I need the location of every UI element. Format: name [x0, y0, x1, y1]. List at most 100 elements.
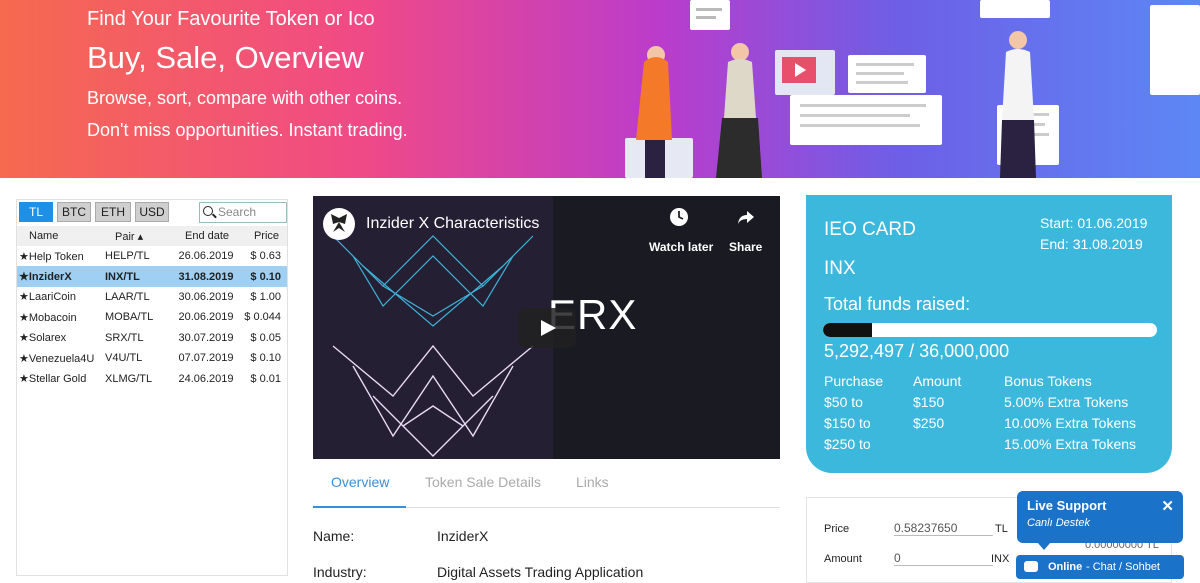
live-chat-bar[interactable]: Online - Chat / Sohbet: [1016, 555, 1184, 579]
hero-banner: Find Your Favourite Token or Ico Buy, Sa…: [0, 0, 1200, 178]
funds-raised-label: Total funds raised:: [824, 294, 971, 314]
banner-headline: Buy, Sale, Overview: [87, 40, 364, 75]
coin-pair-cell: LAAR/TL: [103, 287, 173, 307]
price-label: Price: [824, 523, 850, 535]
chat-bubble-icon: [1024, 561, 1038, 572]
close-icon[interactable]: ✕: [1161, 497, 1174, 515]
video-player[interactable]: Inzider X Characteristics Watch later Sh…: [313, 196, 780, 459]
filter-tab-btc[interactable]: BTC: [57, 202, 91, 222]
table-row[interactable]: ★Venezuela4U V4U/TL 07.07.2019 $ 0.10: [17, 348, 287, 368]
share-button[interactable]: Share: [729, 240, 762, 254]
filter-tab-usd[interactable]: USD: [135, 202, 169, 222]
tab-token-sale-details[interactable]: Token Sale Details: [425, 474, 541, 490]
watch-later-button[interactable]: Watch later: [649, 240, 713, 254]
coin-pair-cell: HELP/TL: [103, 246, 173, 266]
column-header-price[interactable]: Price: [237, 226, 287, 246]
table-row[interactable]: ★Mobacoin MOBA/TL 20.06.2019 $ 0.044: [17, 307, 287, 327]
chat-label: - Chat / Sohbet: [1086, 561, 1160, 573]
video-title[interactable]: Inzider X Characteristics: [366, 215, 539, 233]
ieo-end-date: End: 31.08.2019: [1040, 236, 1143, 252]
coin-end-date: 24.06.2019: [178, 372, 234, 385]
coin-price: $ 0.044: [244, 311, 281, 324]
table-row[interactable]: ★Stellar Gold XLMG/TL 24.06.2019 $ 0.01: [17, 368, 287, 388]
coin-name-cell: ★Stellar Gold: [17, 368, 103, 388]
coin-price: $ 0.10: [250, 352, 281, 365]
price-currency: TL: [995, 523, 1008, 535]
table-row[interactable]: ★LaariCoin LAAR/TL 30.06.2019 $ 1.00: [17, 287, 287, 307]
coin-price: $ 1.00: [250, 290, 281, 303]
clock-icon[interactable]: [669, 207, 689, 227]
star-icon[interactable]: ★: [19, 332, 29, 344]
bonus-row-amount: $250: [913, 415, 945, 431]
search-icon: [203, 206, 213, 216]
coin-end-date-cell: 31.08.2019: [173, 266, 237, 287]
tab-overview[interactable]: Overview: [331, 474, 389, 490]
coin-name: Mobacoin: [28, 311, 77, 324]
coin-end-date-cell: 26.06.2019: [173, 246, 237, 266]
bonus-row-purchase: $50 to: [824, 394, 863, 410]
funds-progress-fill: [823, 323, 873, 337]
coin-price: $ 0.01: [250, 372, 281, 385]
banner-subtitle-2: Don't miss opportunities. Instant tradin…: [87, 120, 408, 140]
table-row[interactable]: ★Help Token HELP/TL 26.06.2019 $ 0.63: [17, 246, 287, 266]
name-label: Name:: [313, 528, 355, 544]
live-support-subtitle: Canlı Destek: [1027, 517, 1090, 529]
filter-tab-tl[interactable]: TL: [19, 202, 53, 222]
coin-name-cell: ★InziderX: [17, 266, 103, 287]
banner-tagline: Find Your Favourite Token or Ico: [87, 8, 375, 30]
column-header-end-date[interactable]: End date: [173, 226, 237, 246]
coin-name: Solarex: [28, 332, 67, 345]
coin-pair: LAAR/TL: [105, 290, 150, 303]
coin-end-date: 30.06.2019: [178, 290, 234, 303]
table-header-row: Name Pair ▴ End date Price: [17, 226, 287, 246]
amount-input[interactable]: 0: [894, 551, 993, 566]
coin-end-date: 20.06.2019: [178, 311, 234, 324]
bonus-row-bonus: 10.00% Extra Tokens: [1004, 415, 1137, 431]
bonus-row-bonus: 15.00% Extra Tokens: [1004, 436, 1137, 452]
star-icon[interactable]: ★: [19, 251, 29, 263]
coin-name: Venezuela4U: [28, 352, 95, 365]
share-arrow-icon[interactable]: [736, 207, 756, 227]
coin-name: Help Token: [28, 250, 84, 263]
name-value: InziderX: [437, 528, 489, 544]
coin-end-date-cell: 30.07.2019: [173, 328, 237, 348]
table-row[interactable]: ★InziderX INX/TL 31.08.2019 $ 0.10: [17, 266, 287, 287]
star-icon[interactable]: ★: [19, 312, 29, 324]
coin-pair-cell: V4U/TL: [103, 348, 173, 368]
ieo-card-title: IEO CARD: [824, 219, 916, 240]
play-button[interactable]: [518, 308, 576, 348]
coin-end-date: 26.06.2019: [178, 250, 234, 263]
amount-header: Amount: [913, 373, 962, 389]
coin-name: Stellar Gold: [28, 373, 87, 386]
coin-list-panel: TL BTC ETH USD Search Name Pair ▴ End da…: [16, 199, 288, 576]
coin-price-cell: $ 0.63: [237, 246, 287, 266]
price-input[interactable]: 0.58237650: [894, 521, 993, 536]
column-header-pair[interactable]: Pair ▴: [103, 226, 173, 246]
coin-end-date-cell: 30.06.2019: [173, 287, 237, 307]
coin-pair: MOBA/TL: [105, 311, 154, 324]
star-icon[interactable]: ★: [19, 353, 29, 365]
coin-pair: SRX/TL: [105, 331, 144, 344]
coin-price-cell: $ 0.05: [237, 328, 287, 348]
coin-price-cell: $ 1.00: [237, 287, 287, 307]
coin-price: $ 0.63: [250, 250, 281, 263]
coin-price-cell: $ 0.10: [237, 266, 287, 287]
column-header-name[interactable]: Name: [17, 226, 103, 246]
table-row[interactable]: ★Solarex SRX/TL 30.07.2019 $ 0.05: [17, 328, 287, 348]
channel-logo-icon[interactable]: [323, 208, 355, 240]
coin-name-cell: ★Solarex: [17, 328, 103, 348]
ieo-card: IEO CARD INX Start: 01.06.2019 End: 31.0…: [806, 195, 1172, 473]
star-icon[interactable]: ★: [19, 271, 29, 283]
coin-name-cell: ★Mobacoin: [17, 307, 103, 327]
coin-name-cell: ★Venezuela4U: [17, 348, 103, 368]
live-support-popup[interactable]: Live Support Canlı Destek ✕: [1017, 491, 1183, 550]
coin-end-date: 30.07.2019: [178, 331, 234, 344]
star-icon[interactable]: ★: [19, 291, 29, 303]
tab-links[interactable]: Links: [576, 474, 609, 490]
star-icon[interactable]: ★: [19, 373, 29, 385]
coin-end-date: 07.07.2019: [178, 352, 234, 365]
coin-end-date-cell: 20.06.2019: [173, 307, 237, 327]
search-input[interactable]: Search: [199, 202, 287, 223]
coin-name-cell: ★LaariCoin: [17, 287, 103, 307]
filter-tab-eth[interactable]: ETH: [95, 202, 131, 222]
